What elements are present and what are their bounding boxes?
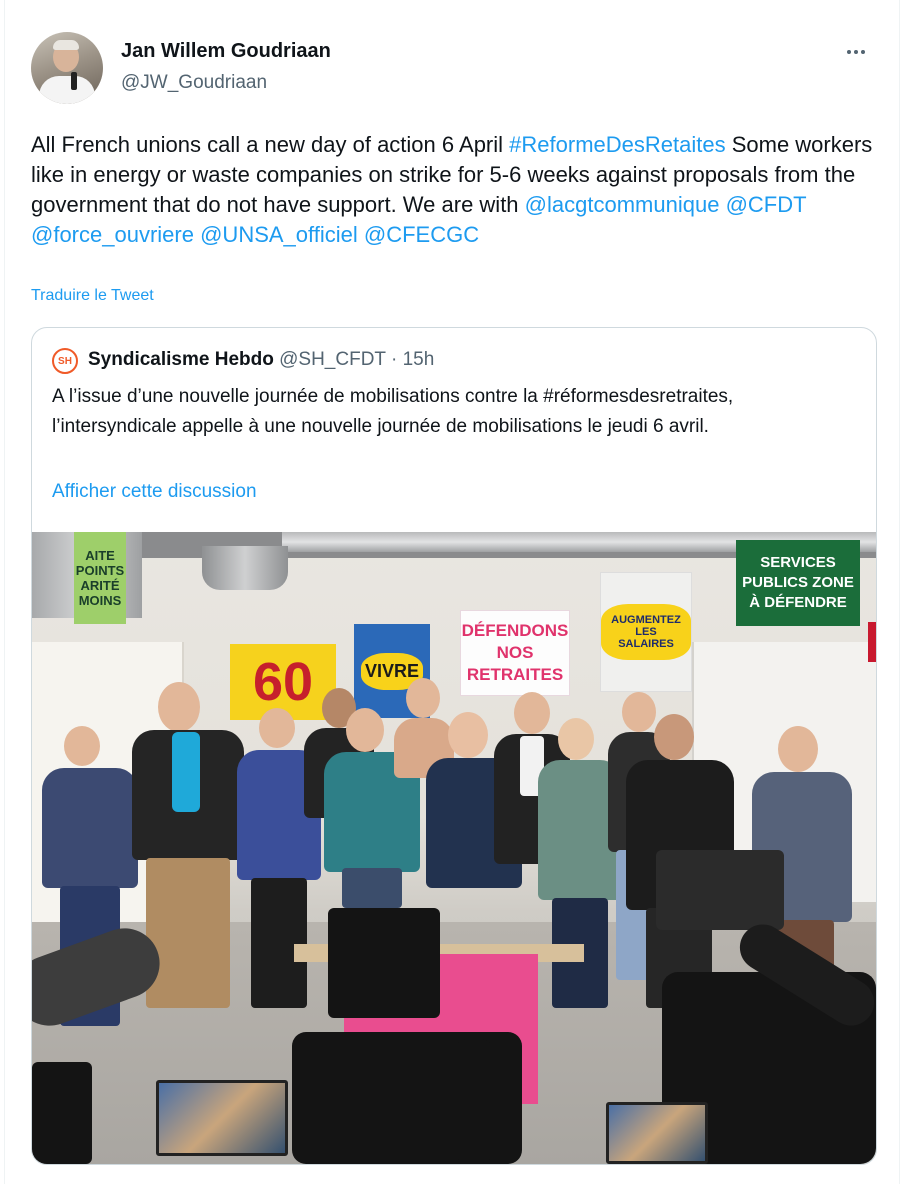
more-options-button[interactable]: [841, 40, 871, 64]
author-avatar[interactable]: [31, 32, 103, 104]
avatar-hair: [53, 40, 79, 50]
mention-link-force-ouvriere[interactable]: @force_ouvriere: [31, 222, 194, 247]
more-horizontal-icon: [847, 50, 865, 54]
press-conference-photo[interactable]: AITE POINTS ARITÉ MOINS 60 VIVRE DÉFENDO…: [32, 532, 876, 1164]
poster-augmentez-les-salaires: AUGMENTEZ LES SALAIRES: [600, 572, 692, 692]
quoted-tweet[interactable]: SH Syndicalisme Hebdo @SH_CFDT · 15h A l…: [31, 327, 877, 1165]
camera-right: [656, 850, 784, 930]
quoted-tweet-text: A l’issue d’une nouvelle journée de mobi…: [52, 386, 734, 437]
poster-defendons-nos-retraites: DÉFENDONS NOS RETRAITES: [460, 610, 570, 696]
quoted-timestamp[interactable]: 15h: [403, 349, 435, 370]
tweet-text: All French unions call a new day of acti…: [31, 130, 881, 250]
poster-aite: AITE POINTS ARITÉ MOINS: [74, 532, 126, 624]
show-thread-link[interactable]: Afficher cette discussion: [52, 481, 257, 503]
author-handle[interactable]: @JW_Goudriaan: [121, 72, 267, 94]
quoted-author-handle: @SH_CFDT: [279, 349, 386, 370]
tweet-card: Jan Willem Goudriaan @JW_Goudriaan All F…: [4, 0, 900, 1184]
sh-logo-text: SH: [58, 355, 72, 367]
quoted-author-name[interactable]: Syndicalisme Hebdo: [88, 349, 274, 370]
camera-left: [32, 1062, 92, 1164]
ceiling-vent: [202, 546, 288, 590]
mention-link-cfecgc[interactable]: @CFECGC: [364, 222, 479, 247]
hashtag-link[interactable]: #ReformeDesRetaites: [509, 132, 725, 157]
avatar-shirt: [39, 76, 95, 104]
tweet-text-part-1: All French unions call a new day of acti…: [31, 132, 510, 157]
mention-link-cfdt[interactable]: @CFDT: [726, 192, 807, 217]
camera-center: [328, 908, 440, 1018]
avatar-microphone: [71, 72, 77, 90]
red-wall-strip: [868, 622, 876, 662]
separator-dot: ·: [390, 349, 398, 370]
author-name[interactable]: Jan Willem Goudriaan: [121, 40, 331, 63]
quoted-tweet-header: Syndicalisme Hebdo @SH_CFDT · 15h: [88, 349, 434, 371]
poster-salaires-text: AUGMENTEZ LES SALAIRES: [601, 604, 691, 660]
camera-screen-right: [606, 1102, 708, 1164]
quoted-author-avatar[interactable]: SH: [52, 348, 78, 374]
poster-services-publics: SERVICES PUBLICS ZONE À DÉFENDRE: [736, 540, 860, 626]
camera-screen-left: [156, 1080, 288, 1156]
mention-link-lacgtcommunique[interactable]: @lacgtcommunique: [525, 192, 720, 217]
camera-bottom-center: [444, 1038, 504, 1164]
mention-link-unsa-officiel[interactable]: @UNSA_officiel: [200, 222, 358, 247]
translate-tweet-link[interactable]: Traduire le Tweet: [31, 287, 154, 305]
